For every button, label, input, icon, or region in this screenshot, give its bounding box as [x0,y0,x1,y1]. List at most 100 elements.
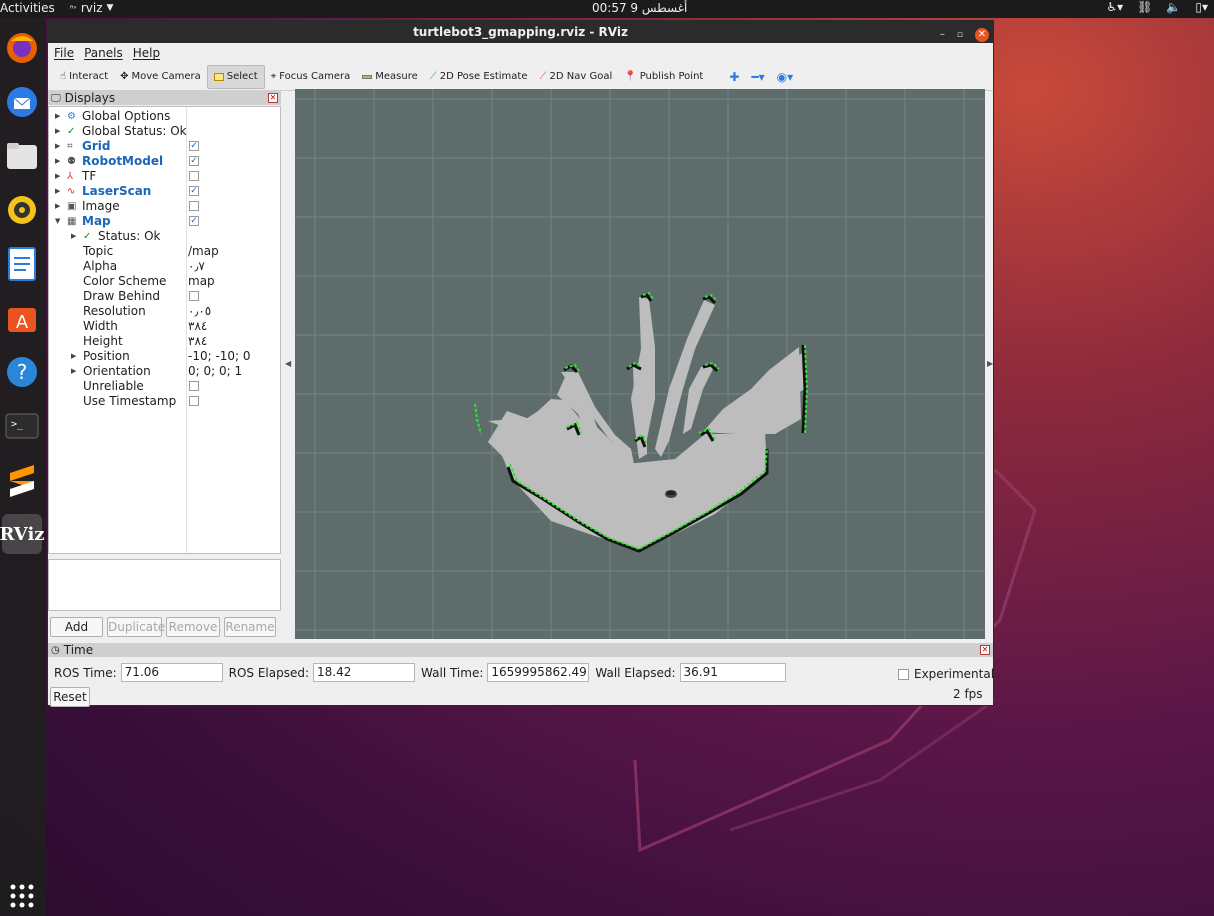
files-icon[interactable] [2,136,42,176]
sublime-icon[interactable] [2,460,42,500]
unreliable-checkbox[interactable] [189,381,199,391]
view-options-button[interactable]: ◉▾ [771,65,800,89]
tree-row-tf[interactable]: ▶ ⅄ TF [49,169,280,184]
thunderbird-icon[interactable] [2,82,42,122]
software-center-icon[interactable]: A [2,298,42,338]
interact-tool[interactable]: ☝ Interact [54,65,114,89]
tree-row-topic[interactable]: Topic /map [49,244,280,259]
expand-arrow-icon[interactable]: ▶ [55,169,60,184]
focus-camera-tool[interactable]: ⌖ Focus Camera [265,65,357,89]
battery-icon[interactable]: ▯▾ [1195,0,1208,14]
height-value[interactable]: ٣٨٤ [188,334,207,349]
tree-row-color-scheme[interactable]: Color Scheme map [49,274,280,289]
nav-goal-tool[interactable]: ⟋ 2D Nav Goal [534,65,619,89]
3d-viewport[interactable] [295,89,985,639]
collapse-arrow-icon[interactable]: ▼ [55,214,60,229]
expand-arrow-icon[interactable]: ▶ [55,184,60,199]
move-camera-tool[interactable]: ✥ Move Camera [114,65,207,89]
experimental-toggle[interactable]: Experimental [898,667,994,681]
close-icon[interactable]: ✕ [975,28,989,42]
app-menu[interactable]: ᴿᵛ rviz ▼ [70,1,113,15]
volume-icon[interactable]: 🔈 [1166,0,1181,14]
menu-file[interactable]: File [54,46,74,60]
image-checkbox[interactable] [189,201,199,211]
tree-row-image[interactable]: ▶ ▣ Image [49,199,280,214]
grid-checkbox[interactable]: ✓ [189,141,199,151]
tree-row-map-status[interactable]: ▶ ✓ Status: Ok [49,229,280,244]
ros-elapsed-field[interactable]: 18.42 [313,663,416,682]
menu-help[interactable]: Help [133,46,160,60]
rviz-icon[interactable]: RViz [0,514,45,554]
add-tool-button[interactable]: ✚ [723,65,745,89]
remove-tool-button[interactable]: ━▾ [745,65,770,89]
position-value[interactable]: -10; -10; 0 [188,349,251,364]
activities-button[interactable]: Activities [0,1,55,15]
color-scheme-value[interactable]: map [188,274,215,289]
window-titlebar[interactable]: turtlebot3_gmapping.rviz - RViz – ▫ ✕ [48,21,993,43]
expand-arrow-icon[interactable]: ▶ [55,154,60,169]
width-value[interactable]: ٣٨٤ [188,319,207,334]
tree-row-use-timestamp[interactable]: Use Timestamp [49,394,280,409]
firefox-icon[interactable] [2,28,42,68]
tree-row-alpha[interactable]: Alpha ٠٫٧ [49,259,280,274]
help-icon[interactable]: ? [2,352,42,392]
tree-row-height[interactable]: Height ٣٨٤ [49,334,280,349]
robotmodel-checkbox[interactable]: ✓ [189,156,199,166]
maximize-icon[interactable]: ▫ [957,24,963,46]
tree-row-grid[interactable]: ▶ ⌗ Grid ✓ [49,139,280,154]
add-button[interactable]: Add [50,617,103,637]
rhythmbox-icon[interactable] [2,190,42,230]
tree-row-resolution[interactable]: Resolution ٠٫٠٥ [49,304,280,319]
tree-row-unreliable[interactable]: Unreliable [49,379,280,394]
expand-arrow-icon[interactable]: ▶ [71,229,76,244]
expand-arrow-icon[interactable]: ▶ [71,364,76,379]
wall-time-field[interactable]: 1659995862.49 [487,663,590,682]
expand-arrow-icon[interactable]: ▶ [71,349,76,364]
tree-row-laserscan[interactable]: ▶ ∿ LaserScan ✓ [49,184,280,199]
pose-estimate-tool[interactable]: ⟋ 2D Pose Estimate [424,65,534,89]
tree-row-orientation[interactable]: ▶ Orientation 0; 0; 0; 1 [49,364,280,379]
expand-arrow-icon[interactable]: ▶ [55,199,60,214]
network-icon[interactable]: ⛓ [1137,0,1152,14]
laserscan-checkbox[interactable]: ✓ [189,186,199,196]
close-panel-icon[interactable]: ✕ [980,645,990,655]
ros-time-field[interactable]: 71.06 [120,663,223,682]
tree-row-map[interactable]: ▼ ▦ Map ✓ [49,214,280,229]
accessibility-icon[interactable]: ♿▾ [1106,0,1123,14]
clock[interactable]: 00:57 9 أغسطس [592,1,687,15]
duplicate-button[interactable]: Duplicate [107,617,165,637]
system-tray[interactable]: ♿▾ ⛓ 🔈 ▯▾ [1106,0,1208,14]
wall-elapsed-field[interactable]: 36.91 [679,663,786,682]
right-splitter-handle[interactable]: ▶ [986,91,994,639]
experimental-checkbox[interactable] [898,668,909,680]
expand-arrow-icon[interactable]: ▶ [55,139,60,154]
select-tool[interactable]: Select [206,64,265,89]
tree-row-position[interactable]: ▶ Position -10; -10; 0 [49,349,280,364]
close-panel-icon[interactable]: ✕ [268,93,278,103]
publish-point-tool[interactable]: 📍 Publish Point [618,65,709,89]
expand-arrow-icon[interactable]: ▶ [55,109,60,124]
terminal-icon[interactable]: >_ [2,406,42,446]
map-checkbox[interactable]: ✓ [189,216,199,226]
expand-arrow-icon[interactable]: ▶ [55,124,60,139]
draw-behind-checkbox[interactable] [189,291,199,301]
reset-button[interactable]: Reset [50,687,90,707]
tree-row-robotmodel[interactable]: ▶ ⚉ RobotModel ✓ [49,154,280,169]
tree-row-global-status[interactable]: ▶ ✓ Global Status: Ok [49,124,280,139]
tree-row-draw-behind[interactable]: Draw Behind [49,289,280,304]
remove-button[interactable]: Remove [166,617,220,637]
menu-panels[interactable]: Panels [84,46,123,60]
use-timestamp-checkbox[interactable] [189,396,199,406]
tree-row-global-options[interactable]: ▶ ⚙ Global Options [49,109,280,124]
rename-button[interactable]: Rename [224,617,276,637]
left-splitter-handle[interactable]: ◀ [283,91,293,639]
tree-row-width[interactable]: Width ٣٨٤ [49,319,280,334]
libreoffice-writer-icon[interactable] [2,244,42,284]
orientation-value[interactable]: 0; 0; 0; 1 [188,364,242,379]
measure-tool[interactable]: Measure [356,65,424,89]
alpha-value[interactable]: ٠٫٧ [188,259,205,274]
show-applications-icon[interactable] [2,876,42,916]
tf-checkbox[interactable] [189,171,199,181]
topic-value[interactable]: /map [188,244,219,259]
minimize-icon[interactable]: – [940,24,945,46]
